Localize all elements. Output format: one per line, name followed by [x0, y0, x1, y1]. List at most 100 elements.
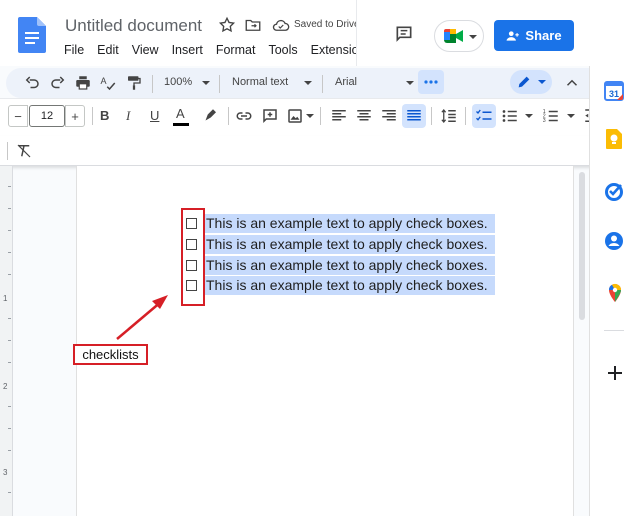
undo-icon[interactable]: [23, 74, 41, 92]
toolbar-divider: [7, 142, 8, 160]
scrollbar-thumb[interactable]: [579, 172, 585, 320]
chevron-down-icon: [202, 81, 210, 85]
underline-button[interactable]: U: [150, 108, 159, 123]
checklist-item-text[interactable]: This is an example text to apply check b…: [205, 235, 495, 254]
ruler-tick: [8, 406, 11, 407]
vertical-ruler[interactable]: 1 2 3: [0, 166, 13, 516]
ruler-tick: [8, 340, 11, 341]
collapse-menu-icon[interactable]: [563, 74, 581, 92]
side-panel-divider: [604, 330, 624, 331]
toolbar-divider: [431, 107, 432, 125]
numbered-list-icon[interactable]: 1 2 3: [542, 107, 560, 125]
cloud-saved-icon[interactable]: [272, 17, 290, 33]
toolbar-divider: [92, 107, 93, 125]
ruler-number: 3: [3, 468, 8, 477]
align-justify-icon[interactable]: [405, 107, 423, 125]
ruler-number: 2: [3, 382, 8, 391]
annotation-arrow-icon: [116, 295, 168, 340]
svg-text:3: 3: [543, 118, 546, 124]
share-label: Share: [525, 28, 562, 43]
zoom-select[interactable]: 100%: [164, 76, 192, 88]
menu-format[interactable]: Format: [216, 43, 256, 57]
chevron-down-icon: [525, 114, 533, 118]
checklist-item-text[interactable]: This is an example text to apply check b…: [205, 276, 495, 295]
calendar-icon[interactable]: 31: [603, 80, 625, 102]
annotation-label: checklists: [73, 344, 148, 365]
checklist-item-text[interactable]: This is an example text to apply check b…: [205, 214, 495, 233]
toolbar-divider: [219, 75, 220, 93]
contacts-icon[interactable]: [603, 230, 625, 252]
more-options-button[interactable]: [418, 70, 444, 94]
toolbar-divider: [465, 107, 466, 125]
add-comment-icon[interactable]: [261, 107, 279, 125]
style-select[interactable]: Normal text: [232, 76, 288, 88]
ruler-tick: [8, 318, 11, 319]
person-add-icon: [507, 30, 520, 41]
docs-logo-icon[interactable]: [18, 17, 46, 53]
svg-text:31: 31: [609, 89, 619, 99]
link-icon[interactable]: [235, 107, 253, 125]
checklist-icon[interactable]: [475, 107, 493, 125]
insert-image-icon[interactable]: [286, 107, 304, 125]
line-spacing-icon[interactable]: [440, 107, 458, 125]
align-right-icon[interactable]: [380, 107, 398, 125]
menu-bar: File Edit View Insert Format Tools Exten…: [64, 43, 385, 57]
menu-insert[interactable]: Insert: [172, 43, 203, 57]
keep-icon[interactable]: [603, 128, 625, 150]
checklist-item: This is an example text to apply check b…: [186, 256, 495, 275]
bulleted-list-icon[interactable]: [501, 107, 519, 125]
add-addon-icon[interactable]: [604, 362, 626, 384]
font-select[interactable]: Arial: [335, 76, 357, 88]
menu-tools[interactable]: Tools: [268, 43, 297, 57]
italic-button[interactable]: I: [126, 108, 130, 124]
ruler-tick: [8, 252, 11, 253]
ruler-tick: [8, 428, 11, 429]
checklist-item: This is an example text to apply check b…: [186, 276, 495, 295]
toolbar-divider: [152, 75, 153, 93]
align-left-icon[interactable]: [330, 107, 348, 125]
font-size-input[interactable]: 12: [29, 105, 65, 127]
text-color-button[interactable]: A: [176, 106, 185, 121]
share-button[interactable]: Share: [494, 20, 574, 51]
chevron-down-icon: [567, 114, 575, 118]
checkbox-highlight-box: [181, 208, 205, 306]
move-to-folder-icon[interactable]: [244, 16, 262, 34]
editing-mode-button[interactable]: [510, 70, 552, 94]
decrease-font-size-button[interactable]: −: [8, 105, 28, 127]
ruler-tick: [8, 492, 11, 493]
chevron-down-icon: [469, 35, 477, 39]
star-icon[interactable]: [218, 16, 236, 34]
ruler-tick: [8, 230, 11, 231]
meet-button[interactable]: [434, 20, 484, 52]
highlight-pen-icon[interactable]: [201, 107, 219, 125]
toolbar-divider: [322, 75, 323, 93]
overflow-toolbar: [0, 136, 639, 166]
menu-file[interactable]: File: [64, 43, 84, 57]
meet-icon: [444, 29, 463, 43]
menu-edit[interactable]: Edit: [97, 43, 119, 57]
bold-button[interactable]: B: [100, 108, 109, 123]
pencil-icon: [518, 76, 530, 88]
redo-icon[interactable]: [49, 74, 67, 92]
document-title[interactable]: Untitled document: [65, 16, 202, 36]
tasks-icon[interactable]: [603, 180, 625, 202]
comment-history-icon[interactable]: [394, 24, 414, 44]
chevron-down-icon: [538, 80, 546, 84]
ruler-tick: [8, 450, 11, 451]
increase-font-size-button[interactable]: +: [65, 105, 85, 127]
checklist-item-text[interactable]: This is an example text to apply check b…: [205, 256, 495, 275]
clear-formatting-icon[interactable]: [15, 142, 33, 160]
paint-format-icon[interactable]: [125, 74, 143, 92]
maps-icon[interactable]: [604, 282, 626, 304]
chevron-down-icon: [304, 81, 312, 85]
checklist-item: This is an example text to apply check b…: [186, 214, 495, 233]
print-icon[interactable]: [74, 74, 92, 92]
more-horizontal-icon: [424, 80, 438, 84]
ruler-number: 1: [3, 294, 8, 303]
spellcheck-icon[interactable]: A: [99, 74, 117, 92]
menu-view[interactable]: View: [132, 43, 159, 57]
svg-text:A: A: [101, 76, 107, 86]
toolbar-divider: [228, 107, 229, 125]
chevron-down-icon: [406, 81, 414, 85]
align-center-icon[interactable]: [355, 107, 373, 125]
